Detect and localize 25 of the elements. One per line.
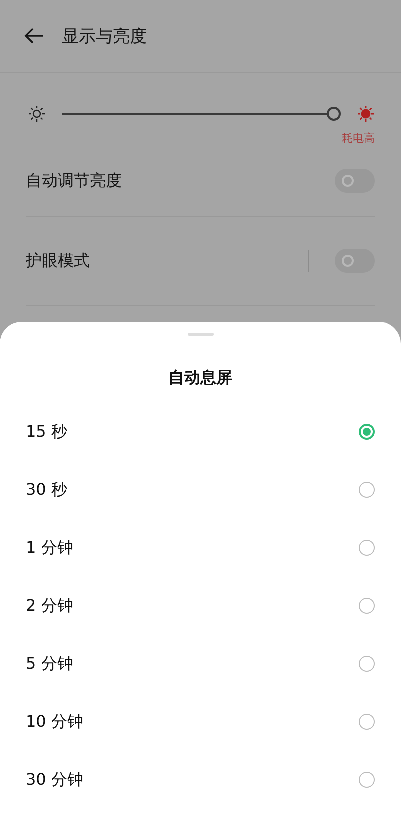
radio-button[interactable] bbox=[359, 772, 375, 788]
radio-button[interactable] bbox=[359, 714, 375, 730]
page-title: 显示与亮度 bbox=[62, 26, 147, 48]
option-label: 30 分钟 bbox=[26, 770, 84, 790]
sun-icon bbox=[28, 105, 46, 123]
power-warning: 耗电高 bbox=[342, 131, 375, 146]
setting-label: 护眼模式 bbox=[26, 250, 91, 272]
option-label: 5 分钟 bbox=[26, 654, 74, 674]
toggle-switch[interactable] bbox=[335, 249, 375, 273]
option-label: 30 秒 bbox=[26, 480, 68, 500]
radio-button[interactable] bbox=[359, 656, 375, 672]
sheet-title: 自动息屏 bbox=[168, 368, 234, 389]
sun-icon bbox=[357, 105, 375, 123]
radio-button[interactable] bbox=[359, 540, 375, 556]
drag-handle[interactable] bbox=[188, 333, 214, 336]
toggle-switch[interactable] bbox=[335, 169, 375, 193]
radio-button[interactable] bbox=[359, 424, 375, 440]
option-label: 1 分钟 bbox=[26, 538, 74, 558]
back-icon[interactable] bbox=[24, 28, 44, 44]
option-label: 10 分钟 bbox=[26, 712, 84, 732]
option-label: 2 分钟 bbox=[26, 596, 74, 616]
option-label: 15 秒 bbox=[26, 422, 68, 442]
radio-button[interactable] bbox=[359, 482, 375, 498]
setting-label: 自动调节亮度 bbox=[26, 170, 123, 192]
radio-button[interactable] bbox=[359, 598, 375, 614]
